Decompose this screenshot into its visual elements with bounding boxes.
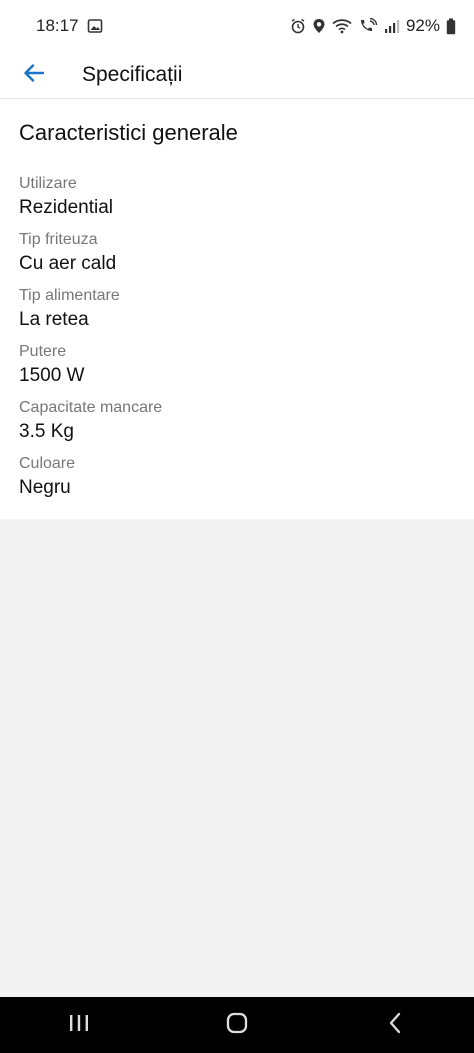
battery-icon — [446, 18, 456, 35]
page-title: Specificații — [82, 63, 183, 86]
recents-icon — [68, 1013, 90, 1038]
spec-label: Tip alimentare — [19, 287, 120, 304]
back-arrow-icon — [23, 63, 45, 88]
spec-label: Culoare — [19, 455, 76, 472]
image-icon — [87, 18, 103, 34]
specifications-card: Caracteristici generale Utilizare Rezide… — [0, 99, 474, 519]
app-bar: Specificații — [0, 52, 474, 99]
spec-item-capacitate-mancare: Capacitate mancare 3.5 Kg — [19, 398, 455, 445]
spec-label: Putere — [19, 343, 67, 360]
spec-item-utilizare: Utilizare Rezidential — [19, 174, 455, 221]
spec-value: Cu aer cald — [19, 253, 117, 274]
signal-icon — [384, 18, 400, 34]
spec-value: 3.5 Kg — [19, 421, 74, 442]
status-right: 92% — [290, 16, 456, 36]
system-back-button[interactable] — [355, 997, 435, 1053]
spec-label: Utilizare — [19, 175, 77, 192]
wifi-icon — [332, 18, 352, 34]
spec-value: Negru — [19, 477, 71, 498]
back-icon — [388, 1012, 402, 1039]
back-button[interactable] — [12, 53, 56, 97]
recents-button[interactable] — [39, 997, 119, 1053]
spec-value: La retea — [19, 309, 89, 330]
alarm-icon — [290, 18, 306, 34]
wifi-calling-icon — [358, 18, 378, 34]
battery-percent: 92% — [405, 16, 440, 35]
spec-item-culoare: Culoare Negru — [19, 454, 455, 501]
spec-value: 1500 W — [19, 365, 85, 386]
location-icon — [312, 18, 326, 34]
spec-value: Rezidential — [19, 197, 113, 218]
status-bar: 18:17 92% — [0, 0, 474, 52]
spec-item-tip-friteuza: Tip friteuza Cu aer cald — [19, 230, 455, 277]
section-title: Caracteristici generale — [19, 120, 238, 145]
system-nav-bar — [0, 997, 474, 1053]
spec-label: Tip friteuza — [19, 231, 98, 248]
home-button[interactable] — [197, 997, 277, 1053]
spec-label: Capacitate mancare — [19, 399, 163, 416]
status-time: 18:17 — [36, 16, 79, 35]
spec-item-tip-alimentare: Tip alimentare La retea — [19, 286, 455, 333]
home-icon — [226, 1012, 248, 1039]
status-left: 18:17 — [36, 16, 103, 36]
spec-item-putere: Putere 1500 W — [19, 342, 455, 389]
